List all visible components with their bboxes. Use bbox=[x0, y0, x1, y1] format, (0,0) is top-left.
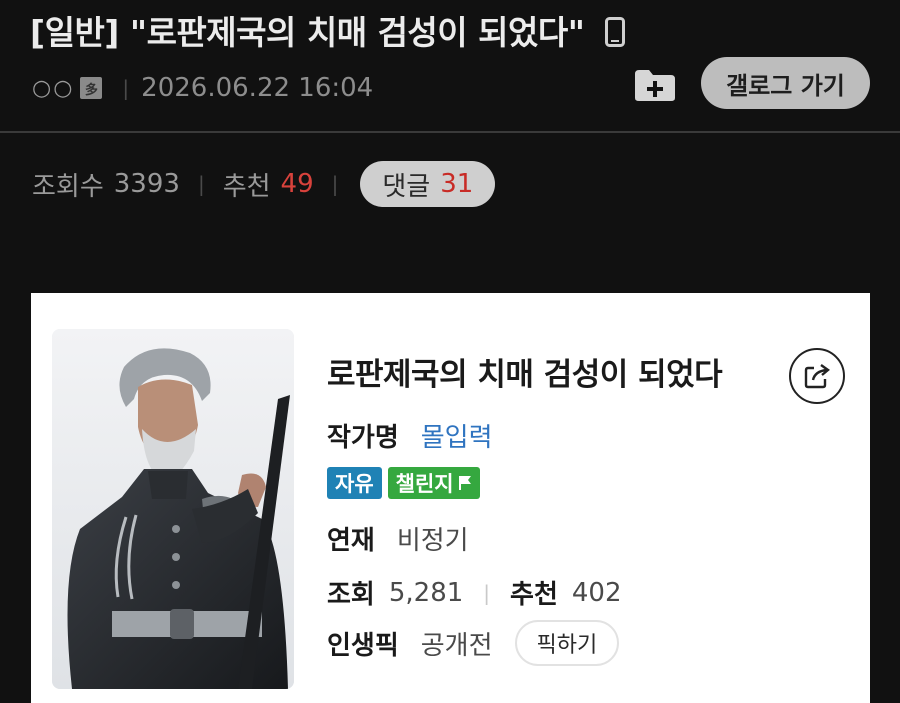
bookmark-folder-button[interactable] bbox=[632, 66, 678, 104]
novel-views-label: 조회 bbox=[327, 580, 375, 610]
novel-card[interactable]: 로판제국의 치매 검성이 되었다 작가명 몰입력 자유 챌린지 연재 비정기 조… bbox=[31, 293, 870, 703]
phone-icon bbox=[605, 16, 626, 55]
folder-add-icon bbox=[635, 70, 675, 101]
pick-row: 인생픽 공개전 픽하기 bbox=[327, 620, 620, 666]
author-row: 작가명 몰입력 bbox=[327, 417, 493, 454]
comments-label: 댓글 bbox=[382, 171, 431, 202]
author-name[interactable]: ○○ bbox=[32, 76, 74, 101]
share-button[interactable] bbox=[789, 348, 845, 404]
tag-free: 자유 bbox=[327, 467, 382, 499]
novel-recommend-label: 추천 bbox=[510, 580, 558, 610]
novel-stats-row: 조회 5,281 | 추천 402 bbox=[327, 574, 622, 611]
pick-value: 공개전 bbox=[420, 630, 493, 661]
views-value: 3393 bbox=[113, 169, 180, 199]
pick-button[interactable]: 픽하기 bbox=[514, 620, 620, 666]
author-label: 작가명 bbox=[327, 423, 399, 453]
tag-challenge: 챌린지 bbox=[387, 467, 480, 499]
post-meta: ○○ 多 | 2026.06.22 16:04 bbox=[32, 68, 373, 108]
header-divider bbox=[0, 131, 900, 133]
novel-title[interactable]: 로판제국의 치매 검성이 되었다 bbox=[327, 349, 723, 394]
serial-row: 연재 비정기 bbox=[327, 520, 469, 557]
serial-label: 연재 bbox=[327, 526, 375, 556]
novel-cover-image[interactable] bbox=[52, 329, 294, 689]
post-title: [일반] "로판제국의 치매 검성이 되었다" bbox=[30, 6, 626, 55]
comments-button[interactable]: 댓글 31 bbox=[360, 161, 496, 207]
share-icon bbox=[804, 364, 830, 389]
pick-label: 인생픽 bbox=[327, 630, 399, 661]
serial-value: 비정기 bbox=[396, 526, 469, 556]
comments-count: 31 bbox=[440, 169, 474, 199]
recommend-value: 49 bbox=[280, 169, 314, 199]
stats-separator: | bbox=[197, 172, 205, 196]
post-datetime: 2026.06.22 16:04 bbox=[141, 73, 374, 103]
gallog-button[interactable]: 갤로그 가기 bbox=[701, 57, 870, 109]
novel-recommend-value: 402 bbox=[571, 577, 622, 608]
post-title-text: [일반] "로판제국의 치매 검성이 되었다" bbox=[30, 13, 585, 52]
novel-stats-separator: | bbox=[483, 580, 491, 605]
recommend-label: 추천 bbox=[222, 171, 271, 202]
meta-separator: | bbox=[122, 76, 130, 100]
author-link[interactable]: 몰입력 bbox=[421, 417, 493, 454]
author-badge-icon: 多 bbox=[80, 77, 103, 99]
flag-icon bbox=[458, 476, 471, 490]
novel-views-value: 5,281 bbox=[388, 577, 464, 608]
views-label: 조회수 bbox=[32, 171, 104, 202]
post-stats: 조회수 3393 | 추천 49 | 댓글 31 bbox=[32, 161, 496, 207]
stats-separator: | bbox=[331, 172, 339, 196]
tag-challenge-label: 챌린지 bbox=[395, 472, 454, 496]
tags-row: 자유 챌린지 bbox=[327, 467, 486, 499]
